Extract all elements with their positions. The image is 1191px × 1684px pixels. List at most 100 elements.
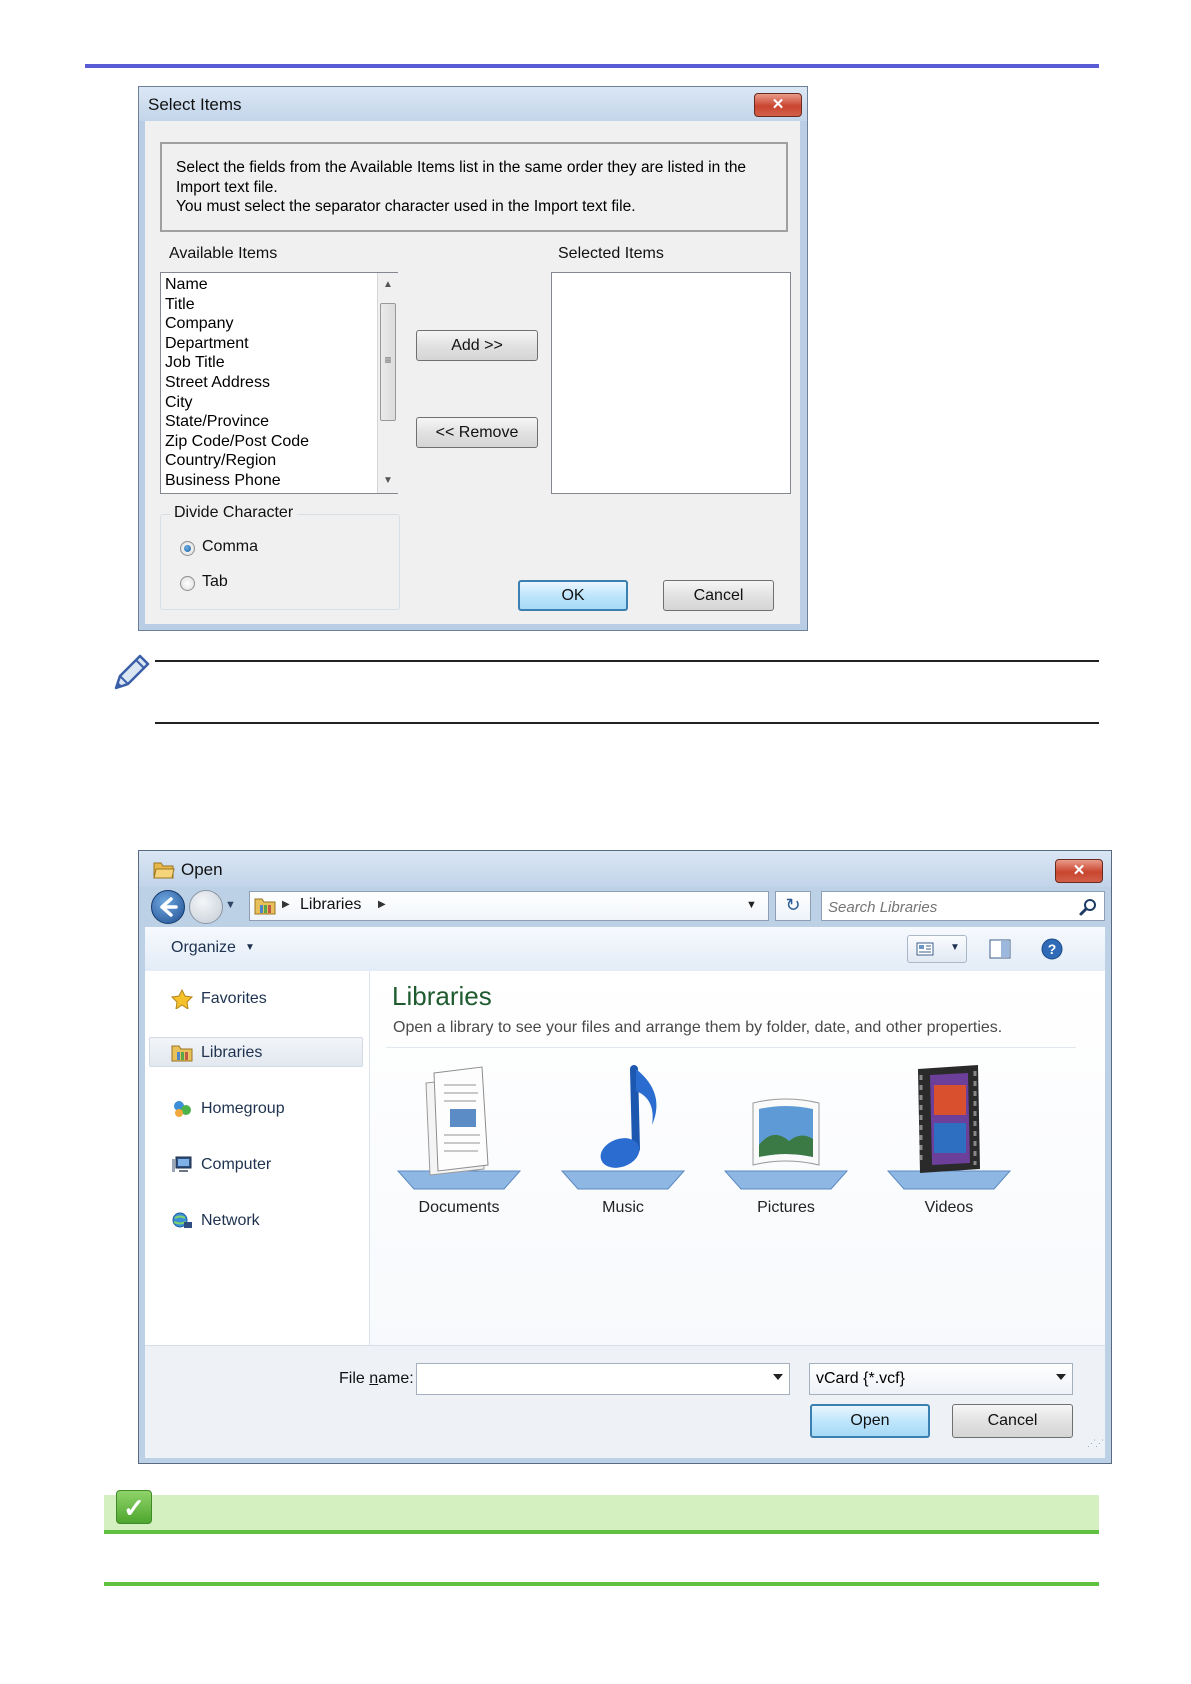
- nav-favorites-label: Favorites: [201, 990, 267, 1007]
- instruction-line-1: Select the fields from the Available Ite…: [176, 159, 747, 176]
- list-item[interactable]: Name: [161, 275, 375, 295]
- view-details-icon: [916, 942, 934, 956]
- close-button[interactable]: ✕: [1055, 859, 1103, 883]
- star-icon: [171, 989, 193, 1009]
- list-item[interactable]: Department: [161, 334, 375, 354]
- ok-button[interactable]: OK: [518, 580, 628, 611]
- file-name-label: File name:: [339, 1370, 414, 1388]
- note-bottom-line: [155, 722, 1099, 724]
- breadcrumb-chevron-icon: ▶: [282, 899, 290, 910]
- network-icon: [172, 1212, 192, 1228]
- selected-items-list[interactable]: [551, 272, 791, 494]
- open-button[interactable]: Open: [810, 1404, 930, 1438]
- related-info-banner: [104, 1495, 1099, 1530]
- libraries-heading: Libraries: [392, 981, 492, 1011]
- checkmark-icon: ✓: [116, 1490, 152, 1524]
- banner-underline: [104, 1530, 1099, 1534]
- address-dropdown-icon[interactable]: ▼: [746, 899, 757, 911]
- breadcrumb-chevron-icon[interactable]: ▶: [378, 899, 386, 910]
- file-name-label-part2: ame:: [378, 1370, 414, 1387]
- dialog-footer: File name: vCard {*.vcf} Open Cancel ⋰⋰: [145, 1345, 1105, 1458]
- instruction-line-3: You must select the separator character …: [176, 198, 636, 215]
- close-button[interactable]: ✕: [754, 93, 802, 117]
- list-scrollbar[interactable]: ▲ ≡ ▼: [377, 273, 398, 493]
- list-item[interactable]: Country/Region: [161, 451, 375, 471]
- divide-character-label: Divide Character: [170, 504, 298, 522]
- open-dialog: Open ✕ ▼ ▶ Libraries ▶ ▼ ↻ Organize: [138, 850, 1112, 1464]
- list-item[interactable]: Job Title: [161, 353, 375, 373]
- resize-grip-icon[interactable]: ⋰⋰: [1087, 1438, 1104, 1449]
- nav-network-label: Network: [201, 1212, 260, 1229]
- music-icon: [560, 1065, 686, 1190]
- organize-dropdown-icon[interactable]: ▼: [245, 942, 255, 953]
- nav-computer-label: Computer: [201, 1156, 272, 1173]
- remove-button[interactable]: << Remove: [416, 417, 538, 448]
- list-item[interactable]: Business Phone: [161, 471, 375, 491]
- file-type-select[interactable]: vCard {*.vcf}: [809, 1363, 1073, 1395]
- file-type-value: vCard {*.vcf}: [816, 1370, 905, 1387]
- library-pictures[interactable]: Pictures: [711, 1065, 861, 1225]
- libraries-divider: [386, 1047, 1076, 1048]
- folder-open-icon: [153, 862, 175, 879]
- refresh-icon[interactable]: ↻: [775, 891, 811, 921]
- libraries-subtitle: Open a library to see your files and arr…: [393, 1019, 1003, 1036]
- library-pictures-label: Pictures: [757, 1199, 815, 1216]
- nav-homegroup-label: Homegroup: [201, 1100, 285, 1117]
- library-documents-label: Documents: [418, 1199, 500, 1216]
- pictures-icon: [723, 1098, 849, 1190]
- instructions-box: Select the fields from the Available Ite…: [160, 142, 788, 232]
- list-item[interactable]: Title: [161, 295, 375, 315]
- library-music-label: Music: [602, 1199, 644, 1216]
- divide-character-group: [160, 514, 400, 610]
- top-rule: [85, 64, 1099, 68]
- scroll-up-icon[interactable]: ▲: [378, 279, 398, 290]
- breadcrumb-libraries[interactable]: Libraries: [300, 896, 361, 914]
- scroll-down-icon[interactable]: ▼: [378, 475, 398, 486]
- comma-label[interactable]: Comma: [202, 538, 258, 556]
- library-music[interactable]: Music: [548, 1065, 698, 1225]
- list-item[interactable]: Company: [161, 314, 375, 334]
- preview-pane-icon[interactable]: [989, 939, 1011, 959]
- comma-radio[interactable]: [180, 541, 195, 556]
- selected-items-label: Selected Items: [558, 245, 664, 262]
- dialog-title: Select Items: [148, 95, 242, 114]
- file-name-dropdown-icon[interactable]: [773, 1374, 783, 1380]
- library-videos-label: Videos: [924, 1199, 974, 1216]
- title-bar: Open ✕: [139, 851, 1111, 887]
- file-name-label-accelerator: n: [369, 1370, 379, 1387]
- search-input[interactable]: [826, 894, 1070, 920]
- navigation-pane: Favorites Libraries Homegroup Computer N…: [145, 971, 370, 1345]
- navigation-bar: ▼ ▶ Libraries ▶ ▼ ↻: [145, 887, 1105, 927]
- toolbar: Organize ▼ ▼ ?: [145, 927, 1105, 972]
- tab-label[interactable]: Tab: [202, 573, 228, 591]
- list-item[interactable]: Zip Code/Post Code: [161, 432, 375, 452]
- help-icon[interactable]: ?: [1041, 938, 1063, 960]
- library-videos[interactable]: Videos: [874, 1065, 1024, 1225]
- list-item[interactable]: State/Province: [161, 412, 375, 432]
- videos-icon: [886, 1065, 1012, 1190]
- list-item[interactable]: Street Address: [161, 373, 375, 393]
- view-dropdown-icon[interactable]: ▼: [950, 942, 960, 953]
- view-options-button[interactable]: ▼: [907, 935, 967, 963]
- cancel-button[interactable]: Cancel: [952, 1404, 1073, 1438]
- search-box[interactable]: [821, 891, 1105, 921]
- available-items-label: Available Items: [169, 245, 278, 262]
- cancel-button[interactable]: Cancel: [663, 580, 774, 611]
- history-dropdown-icon[interactable]: ▼: [225, 899, 236, 911]
- list-item[interactable]: City: [161, 393, 375, 413]
- search-icon[interactable]: [1078, 897, 1098, 917]
- homegroup-icon: [174, 1101, 191, 1117]
- file-name-field[interactable]: [416, 1363, 790, 1395]
- content-pane: Libraries Open a library to see your fil…: [370, 971, 1105, 1345]
- tab-radio[interactable]: [180, 576, 195, 591]
- back-button[interactable]: [151, 890, 185, 924]
- library-documents[interactable]: Documents: [384, 1065, 534, 1225]
- forward-button[interactable]: [189, 890, 223, 924]
- note-top-line: [155, 660, 1099, 662]
- file-type-dropdown-icon[interactable]: [1056, 1374, 1066, 1380]
- available-items-list[interactable]: Name Title Company Department Job Title …: [160, 272, 398, 494]
- organize-menu[interactable]: Organize: [171, 939, 236, 957]
- address-bar[interactable]: ▶ Libraries ▶ ▼: [249, 891, 769, 921]
- add-button[interactable]: Add >>: [416, 330, 538, 361]
- grip-icon: ≡: [384, 353, 392, 367]
